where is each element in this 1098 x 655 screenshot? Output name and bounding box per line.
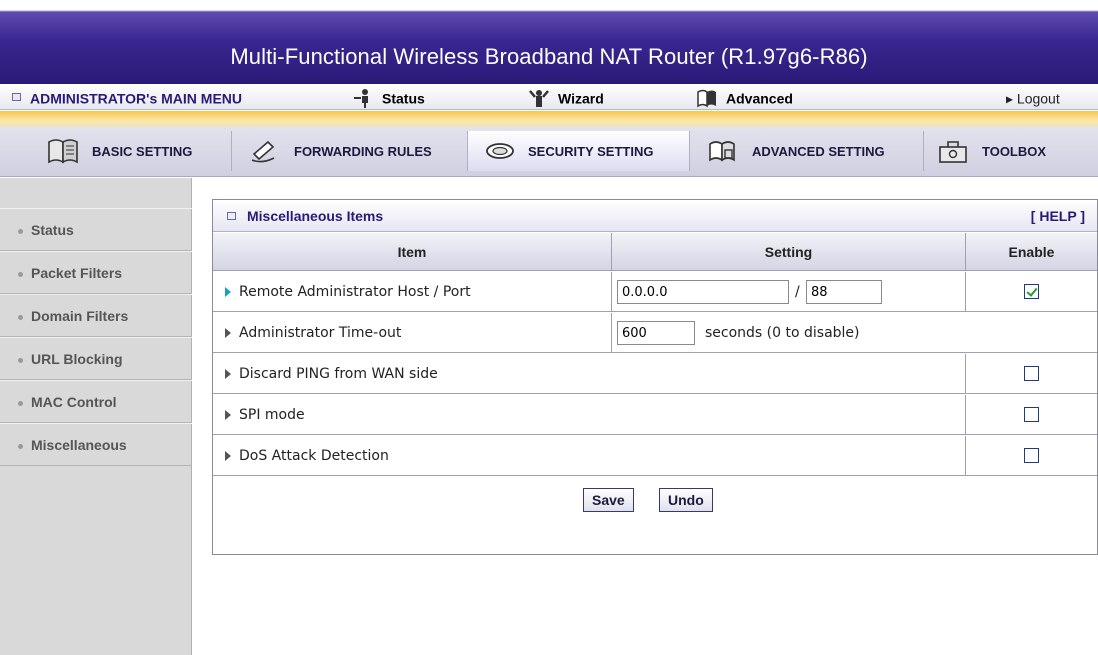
column-header-item: Item: [397, 244, 427, 260]
wizard-menu-link[interactable]: Wizard: [528, 84, 604, 110]
spi-mode-checkbox[interactable]: [1024, 407, 1039, 422]
row-label: SPI mode: [225, 395, 305, 435]
tab-advanced-setting[interactable]: ADVANCED SETTING: [690, 131, 924, 171]
arrow-right-icon: [225, 328, 231, 338]
title-banner: Multi-Functional Wireless Broadband NAT …: [0, 0, 1098, 84]
tab-toolbox-label: TOOLBOX: [982, 143, 1047, 159]
arrow-right-icon: [225, 451, 231, 461]
person-icon: [354, 89, 368, 109]
bullet-icon: [18, 271, 23, 277]
bullet-icon: [18, 228, 23, 234]
tab-security-setting-label: SECURITY SETTING: [528, 143, 654, 159]
tab-advanced-setting-label: ADVANCED SETTING: [752, 143, 885, 159]
tab-basic-setting[interactable]: BASIC SETTING: [46, 131, 232, 171]
divider: [965, 272, 966, 312]
button-row: Save Undo: [213, 477, 1097, 523]
book-icon: [48, 139, 78, 164]
dos-detection-checkbox[interactable]: [1024, 448, 1039, 463]
sidebar-item-status[interactable]: Status: [0, 208, 192, 251]
remote-host-input[interactable]: [617, 280, 789, 304]
remote-admin-enable-checkbox[interactable]: [1024, 284, 1039, 299]
table-row-discard-ping: Discard PING from WAN side: [213, 354, 1097, 394]
router-title: Multi-Functional Wireless Broadband NAT …: [230, 44, 868, 69]
decorative-stripe: [0, 111, 1098, 127]
tab-security-setting[interactable]: SECURITY SETTING: [468, 131, 690, 171]
sidebar-item-label: Packet Filters: [31, 265, 123, 281]
row-label: Remote Administrator Host / Port: [225, 272, 471, 312]
miscellaneous-panel: Miscellaneous Items [ HELP ] Item Settin…: [212, 199, 1098, 555]
table-row-spi-mode: SPI mode: [213, 395, 1097, 435]
divider: [611, 313, 612, 353]
toolbox-icon: [939, 141, 967, 163]
panel-header: Miscellaneous Items [ HELP ]: [213, 200, 1097, 232]
arrow-right-icon: [225, 369, 231, 379]
sidebar-item-url-blocking[interactable]: URL Blocking: [0, 337, 192, 380]
sidebar-item-label: Domain Filters: [31, 308, 129, 324]
row-label: Administrator Time-out: [225, 313, 401, 353]
wizard-icon: [529, 90, 549, 108]
timeout-suffix: seconds (0 to disable): [705, 325, 860, 341]
timeout-input[interactable]: [617, 321, 695, 345]
row-label: Discard PING from WAN side: [225, 354, 438, 394]
sidebar-item-domain-filters[interactable]: Domain Filters: [0, 294, 192, 337]
main-menu-bar: ADMINISTRATOR's MAIN MENU Status Wizard …: [0, 84, 1098, 110]
logout-link[interactable]: ▸ Logout: [1006, 84, 1060, 110]
settings-tab-bar: BASIC SETTING FORWARDING RULES SECURITY …: [0, 127, 1098, 177]
divider: [965, 436, 966, 476]
tab-toolbox[interactable]: TOOLBOX: [924, 131, 1098, 171]
undo-button[interactable]: Undo: [659, 488, 713, 512]
divider: [611, 272, 612, 312]
save-button[interactable]: Save: [583, 488, 634, 512]
admin-main-menu-link[interactable]: ADMINISTRATOR's MAIN MENU: [30, 84, 242, 110]
sidebar: Status Packet Filters Domain Filters URL…: [0, 178, 192, 655]
divider: [965, 354, 966, 394]
row-label: DoS Attack Detection: [225, 436, 389, 476]
tab-forwarding-rules-label: FORWARDING RULES: [294, 143, 432, 159]
help-link[interactable]: [ HELP ]: [1031, 200, 1085, 232]
sidebar-item-label: Miscellaneous: [31, 437, 127, 453]
sidebar-item-label: MAC Control: [31, 394, 117, 410]
bullet-icon: [18, 443, 23, 449]
tab-basic-setting-label: BASIC SETTING: [92, 143, 193, 159]
header-bullet-icon: [227, 212, 236, 220]
discard-ping-checkbox[interactable]: [1024, 366, 1039, 381]
column-header-setting: Setting: [764, 244, 813, 260]
pen-icon: [251, 140, 275, 163]
table-row-remote-admin: Remote Administrator Host / Port /: [213, 272, 1097, 312]
sidebar-item-label: URL Blocking: [31, 351, 123, 367]
arrow-right-icon: [225, 410, 231, 420]
sidebar-item-packet-filters[interactable]: Packet Filters: [0, 251, 192, 294]
arrow-right-icon: [225, 287, 231, 297]
status-menu-link[interactable]: Status: [352, 84, 425, 110]
sidebar-item-miscellaneous[interactable]: Miscellaneous: [0, 423, 192, 466]
advanced-icon: [709, 141, 735, 162]
bullet-icon: [18, 400, 23, 406]
advanced-menu-link[interactable]: Advanced: [696, 84, 793, 110]
table-row-admin-timeout: Administrator Time-out seconds (0 to dis…: [213, 313, 1097, 353]
table-header: Item Setting Enable: [213, 233, 1097, 271]
bullet-icon: [18, 314, 23, 320]
host-port-separator: /: [795, 284, 800, 300]
divider: [965, 395, 966, 435]
advanced-book-icon: [697, 90, 716, 108]
remote-port-input[interactable]: [806, 280, 882, 304]
lock-eye-icon: [486, 143, 514, 159]
sidebar-item-mac-control[interactable]: MAC Control: [0, 380, 192, 423]
menu-bullet-icon: [12, 93, 21, 101]
column-header-enable: Enable: [1008, 244, 1055, 260]
bullet-icon: [18, 357, 23, 363]
panel-title: Miscellaneous Items: [247, 208, 384, 224]
tab-forwarding-rules[interactable]: FORWARDING RULES: [232, 131, 468, 171]
sidebar-item-label: Status: [31, 222, 74, 238]
table-row-dos-detection: DoS Attack Detection: [213, 436, 1097, 476]
